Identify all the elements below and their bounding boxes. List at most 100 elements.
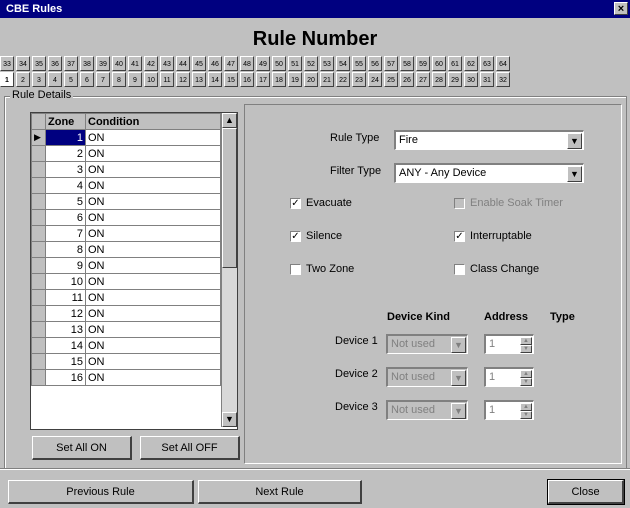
zone-cell[interactable]: 12: [45, 305, 86, 322]
rule-tab-17[interactable]: 17: [256, 72, 270, 87]
scroll-down-icon[interactable]: ▼: [222, 412, 237, 427]
rule-tab-2[interactable]: 2: [16, 72, 30, 87]
rule-tab-53[interactable]: 53: [320, 56, 334, 71]
class-change-checkbox[interactable]: [454, 264, 465, 275]
rule-tab-28[interactable]: 28: [432, 72, 446, 87]
rule-tab-23[interactable]: 23: [352, 72, 366, 87]
rule-tab-26[interactable]: 26: [400, 72, 414, 87]
zone-cell[interactable]: 7: [45, 225, 86, 242]
row-selector[interactable]: [31, 209, 46, 226]
condition-cell[interactable]: ON: [85, 369, 221, 386]
device-3-address-spinner[interactable]: 1 ▲ ▼: [484, 400, 534, 420]
rule-tab-34[interactable]: 34: [16, 56, 30, 71]
rule-tab-60[interactable]: 60: [432, 56, 446, 71]
row-selector[interactable]: [31, 337, 46, 354]
row-selector[interactable]: [31, 257, 46, 274]
row-pointer-icon[interactable]: ▶: [31, 129, 46, 146]
rule-tab-44[interactable]: 44: [176, 56, 190, 71]
zone-cell[interactable]: 14: [45, 337, 86, 354]
zone-cell[interactable]: 8: [45, 241, 86, 258]
zone-cell[interactable]: 4: [45, 177, 86, 194]
scroll-thumb[interactable]: [222, 128, 237, 268]
spin-down-icon[interactable]: ▼: [520, 411, 532, 419]
zone-cell[interactable]: 1: [45, 129, 86, 146]
device-1-kind-select[interactable]: Not used ▼: [386, 334, 468, 354]
condition-cell[interactable]: ON: [85, 145, 221, 162]
rule-tab-62[interactable]: 62: [464, 56, 478, 71]
zone-cell[interactable]: 3: [45, 161, 86, 178]
zone-cell[interactable]: 5: [45, 193, 86, 210]
chevron-down-icon[interactable]: ▼: [451, 370, 466, 386]
table-row[interactable]: 10 ON: [31, 273, 221, 290]
rule-tab-21[interactable]: 21: [320, 72, 334, 87]
chevron-down-icon[interactable]: ▼: [451, 337, 466, 353]
rule-tab-11[interactable]: 11: [160, 72, 174, 87]
rule-tab-48[interactable]: 48: [240, 56, 254, 71]
rule-tab-38[interactable]: 38: [80, 56, 94, 71]
rule-tab-14[interactable]: 14: [208, 72, 222, 87]
rule-tab-37[interactable]: 37: [64, 56, 78, 71]
condition-cell[interactable]: ON: [85, 241, 221, 258]
rule-tab-19[interactable]: 19: [288, 72, 302, 87]
table-row[interactable]: 12 ON: [31, 305, 221, 322]
condition-cell[interactable]: ON: [85, 129, 221, 146]
zone-cell[interactable]: 13: [45, 321, 86, 338]
table-row[interactable]: 2 ON: [31, 145, 221, 162]
rule-tab-39[interactable]: 39: [96, 56, 110, 71]
zone-cell[interactable]: 15: [45, 353, 86, 370]
rule-tab-3[interactable]: 3: [32, 72, 46, 87]
rule-tab-55[interactable]: 55: [352, 56, 366, 71]
rule-tab-27[interactable]: 27: [416, 72, 430, 87]
row-selector[interactable]: [31, 193, 46, 210]
rule-tab-8[interactable]: 8: [112, 72, 126, 87]
rule-tab-42[interactable]: 42: [144, 56, 158, 71]
row-selector[interactable]: [31, 225, 46, 242]
enable-soak-timer-checkbox[interactable]: [454, 198, 465, 209]
rule-tab-63[interactable]: 63: [480, 56, 494, 71]
row-selector[interactable]: [31, 353, 46, 370]
chevron-down-icon[interactable]: ▼: [567, 133, 582, 149]
rule-tab-20[interactable]: 20: [304, 72, 318, 87]
table-row[interactable]: 8 ON: [31, 241, 221, 258]
rule-tab-51[interactable]: 51: [288, 56, 302, 71]
device-2-address-spinner[interactable]: 1 ▲ ▼: [484, 367, 534, 387]
rule-tab-52[interactable]: 52: [304, 56, 318, 71]
rule-tab-36[interactable]: 36: [48, 56, 62, 71]
rule-tab-29[interactable]: 29: [448, 72, 462, 87]
rule-tab-49[interactable]: 49: [256, 56, 270, 71]
rule-tab-18[interactable]: 18: [272, 72, 286, 87]
chevron-down-icon[interactable]: ▼: [451, 403, 466, 419]
condition-cell[interactable]: ON: [85, 257, 221, 274]
zone-cell[interactable]: 9: [45, 257, 86, 274]
rule-tab-13[interactable]: 13: [192, 72, 206, 87]
zone-cell[interactable]: 2: [45, 145, 86, 162]
silence-checkbox[interactable]: ✓: [290, 231, 301, 242]
rule-tab-43[interactable]: 43: [160, 56, 174, 71]
condition-cell[interactable]: ON: [85, 161, 221, 178]
rule-tab-46[interactable]: 46: [208, 56, 222, 71]
rule-tab-61[interactable]: 61: [448, 56, 462, 71]
row-selector[interactable]: [31, 241, 46, 258]
row-selector[interactable]: [31, 273, 46, 290]
device-1-address-spinner[interactable]: 1 ▲ ▼: [484, 334, 534, 354]
rule-tab-33[interactable]: 33: [0, 56, 14, 71]
close-icon[interactable]: ×: [614, 2, 628, 15]
condition-cell[interactable]: ON: [85, 289, 221, 306]
table-row[interactable]: ▶ 1 ON: [31, 129, 221, 146]
spin-up-icon[interactable]: ▲: [520, 370, 532, 378]
rule-tab-58[interactable]: 58: [400, 56, 414, 71]
zone-cell[interactable]: 16: [45, 369, 86, 386]
filter-type-select[interactable]: ANY - Any Device ▼: [394, 163, 584, 183]
rule-tab-35[interactable]: 35: [32, 56, 46, 71]
zone-cell[interactable]: 10: [45, 273, 86, 290]
table-row[interactable]: 7 ON: [31, 225, 221, 242]
table-row[interactable]: 16 ON: [31, 369, 221, 386]
rule-tab-30[interactable]: 30: [464, 72, 478, 87]
table-row[interactable]: 9 ON: [31, 257, 221, 274]
device-3-kind-select[interactable]: Not used ▼: [386, 400, 468, 420]
table-row[interactable]: 6 ON: [31, 209, 221, 226]
condition-cell[interactable]: ON: [85, 353, 221, 370]
rule-tab-12[interactable]: 12: [176, 72, 190, 87]
row-selector[interactable]: [31, 161, 46, 178]
zone-cell[interactable]: 6: [45, 209, 86, 226]
